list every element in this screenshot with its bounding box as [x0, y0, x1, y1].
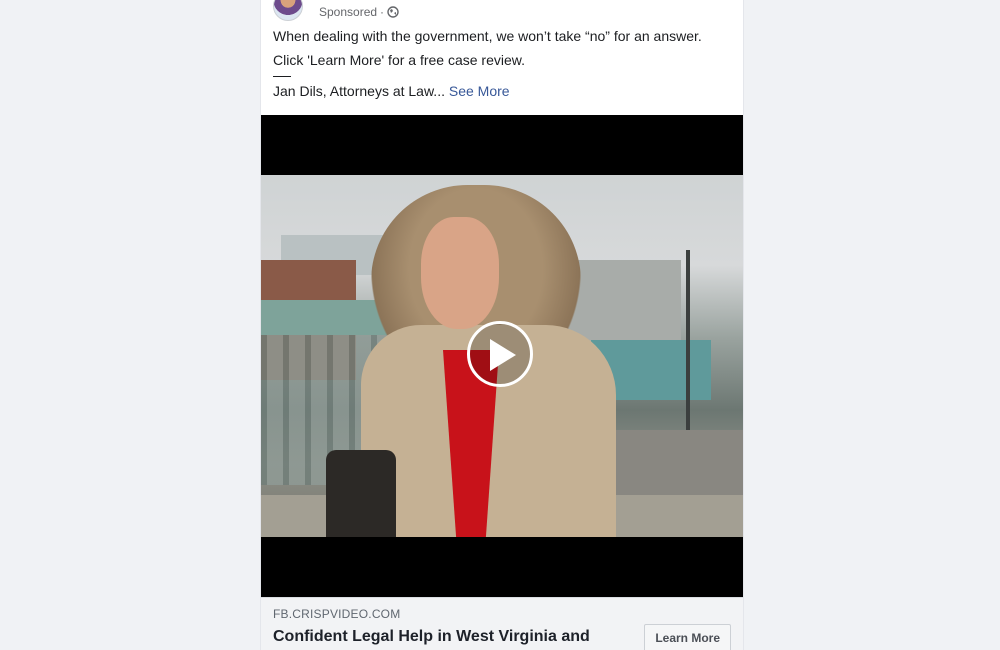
link-headline[interactable]: Confident Legal Help in West Virginia an… — [273, 627, 603, 647]
post-header: Sponsored · — [273, 0, 399, 21]
sponsored-post-card: Sponsored · When dealing with the govern… — [260, 0, 744, 650]
learn-more-button[interactable]: Learn More — [644, 624, 731, 650]
sponsored-label[interactable]: Sponsored — [319, 5, 377, 19]
handbag — [326, 450, 396, 537]
attribution-text: Jan Dils, Attorneys at Law... — [273, 83, 445, 99]
post-text: When dealing with the government, we won… — [273, 26, 733, 105]
post-meta: Sponsored · — [319, 5, 399, 19]
globe-icon[interactable] — [387, 6, 399, 18]
feed-page: Sponsored · When dealing with the govern… — [0, 0, 1000, 650]
meta-separator: · — [380, 5, 385, 19]
woman-face — [421, 217, 499, 329]
lamp-pole — [686, 250, 690, 430]
video-player[interactable] — [261, 115, 743, 597]
post-text-line1: When dealing with the government, we won… — [273, 28, 702, 44]
page-avatar[interactable] — [273, 0, 303, 21]
link-preview[interactable]: FB.CRISPVIDEO.COM Confident Legal Help i… — [261, 597, 743, 650]
link-domain: FB.CRISPVIDEO.COM — [273, 607, 401, 621]
post-text-line2: Click 'Learn More' for a free case revie… — [273, 52, 525, 68]
see-more-link[interactable]: See More — [449, 83, 510, 99]
play-icon[interactable] — [467, 321, 533, 387]
text-divider — [273, 76, 291, 77]
post-attribution: Jan Dils, Attorneys at Law... See More — [273, 81, 733, 101]
